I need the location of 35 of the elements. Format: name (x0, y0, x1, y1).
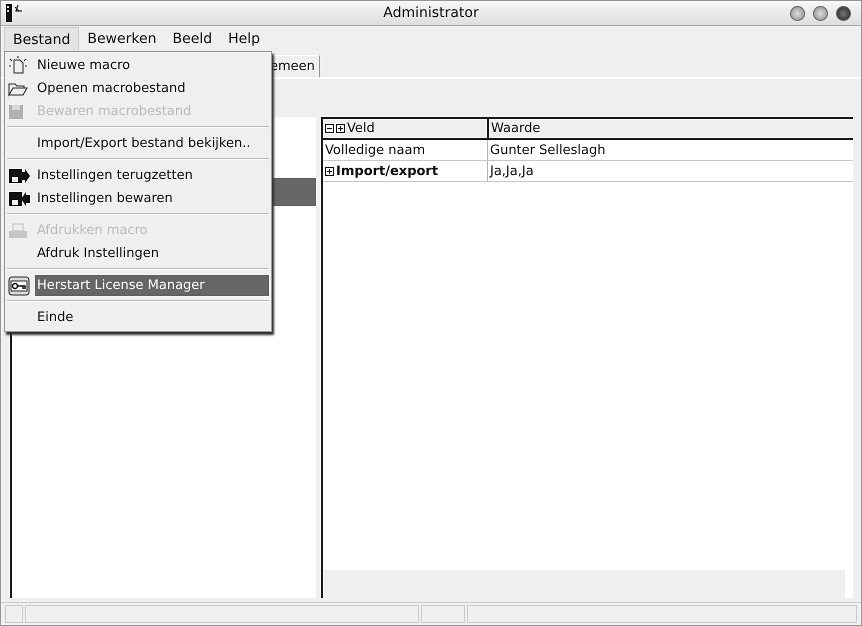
table-header[interactable]: Veld (325, 121, 375, 136)
menu-item[interactable]: Help (220, 27, 268, 51)
expand-icon[interactable] (336, 124, 345, 133)
menu-item[interactable]: Bestand (4, 26, 80, 52)
menu-item[interactable]: Bewerken (79, 27, 164, 51)
menu-item[interactable]: Nieuwe macro (35, 55, 269, 76)
menu-item[interactable]: Instellingen terugzetten (35, 165, 269, 186)
table-cell: Import/export (336, 164, 438, 178)
close-button[interactable] (836, 6, 851, 20)
menu-item[interactable]: Openen macrobestand (35, 78, 269, 99)
menu-item[interactable]: Einde (35, 307, 269, 328)
table-cell: Gunter Selleslagh (490, 142, 606, 158)
window-title: Administrator (382, 5, 480, 21)
menu-item[interactable]: Afdruk Instellingen (35, 243, 269, 264)
floppy-arrow-icon (8, 190, 30, 206)
menu-item[interactable]: Herstart License Manager (35, 275, 269, 296)
collapse-icon[interactable] (325, 124, 334, 133)
menu-item[interactable]: Instellingen bewaren (35, 188, 269, 209)
minimize-button[interactable] (790, 6, 805, 20)
floppy-arrow-icon (8, 168, 30, 184)
new-page-icon (8, 56, 28, 76)
status-cell (421, 605, 465, 623)
menu-item[interactable]: Import/Export bestand bekijken.. (35, 133, 269, 154)
table-cell: Volledige naam (325, 142, 426, 158)
expand-icon[interactable] (325, 166, 334, 176)
table-cell: Ja,Ja,Ja (490, 164, 534, 178)
maximize-button[interactable] (813, 6, 828, 20)
menu-item[interactable]: Beeld (164, 27, 220, 51)
folder-icon (8, 80, 28, 96)
key-icon (8, 274, 30, 296)
printer-icon (8, 222, 28, 238)
column-title: Waarde (491, 121, 540, 136)
status-cell (5, 605, 23, 623)
column-title: Veld (347, 121, 375, 136)
floppy-icon (8, 104, 24, 120)
